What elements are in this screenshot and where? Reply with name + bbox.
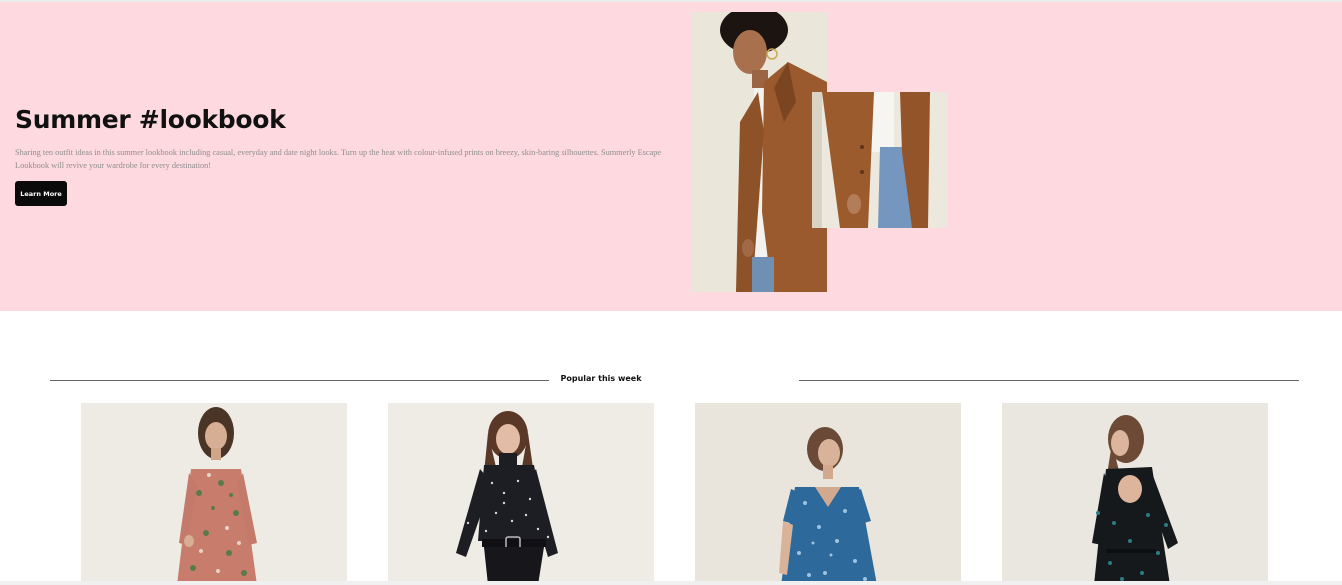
product-blue-print-dress[interactable] [695, 403, 961, 585]
hero-banner: Summer #lookbook Sharing ten outfit idea… [0, 2, 1342, 311]
product-polka-dot-blouse[interactable] [388, 403, 654, 585]
product-black-backless-dress[interactable] [1002, 403, 1268, 585]
polka-dot-blouse-image [388, 403, 654, 585]
hero-image-coat-model [692, 12, 827, 292]
section-divider-left [50, 380, 549, 381]
blue-print-dress-image [695, 403, 961, 585]
section-divider-right [799, 380, 1299, 381]
hero-title: Summer #lookbook [15, 105, 286, 134]
coat-model-illustration [692, 12, 827, 292]
hero-image-coat-detail [812, 92, 948, 228]
bottom-edge [0, 581, 1342, 585]
popular-heading: Popular this week [560, 374, 642, 383]
hero-description: Sharing ten outfit ideas in this summer … [15, 148, 662, 170]
product-floral-dress[interactable] [81, 403, 347, 585]
learn-more-button[interactable]: Learn More [15, 181, 67, 206]
floral-dress-image [81, 403, 347, 585]
black-backless-dress-image [1002, 403, 1268, 585]
coat-detail-illustration [812, 92, 948, 228]
